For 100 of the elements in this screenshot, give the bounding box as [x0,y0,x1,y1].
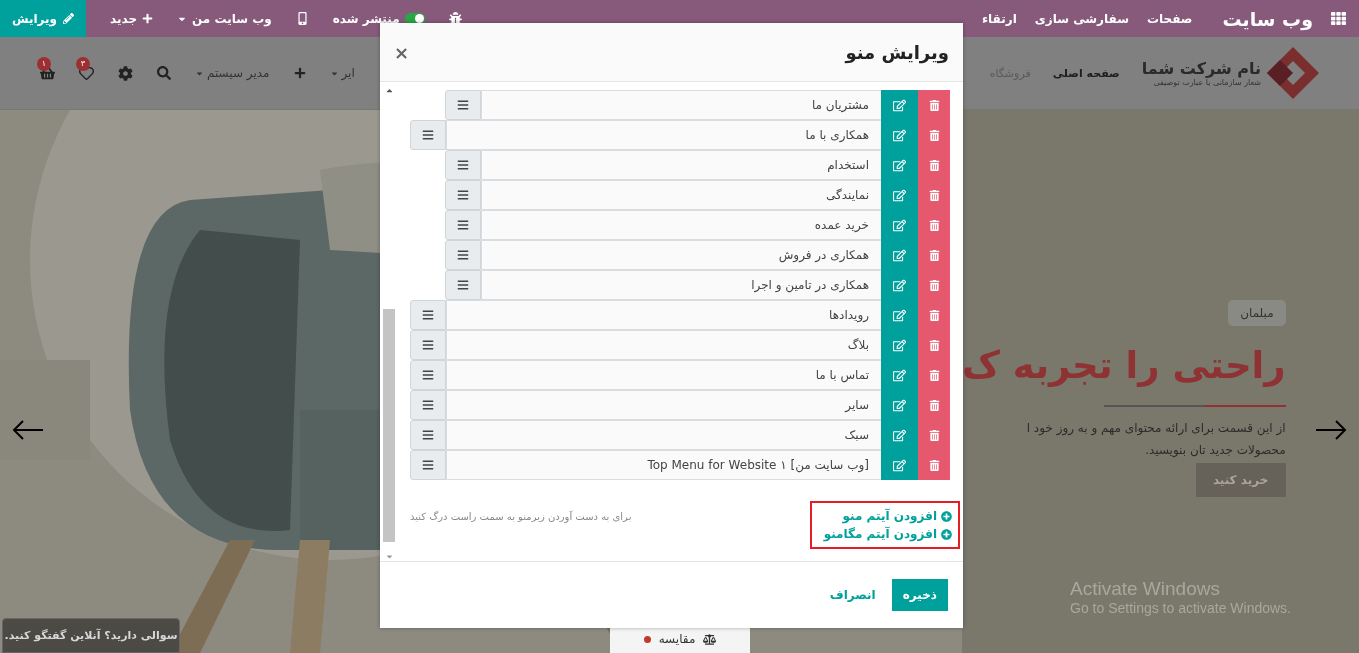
bars-icon [457,99,469,111]
menu-item-field[interactable]: بلاگ [446,330,881,360]
top-menu-item[interactable]: ارتقاء [981,11,1017,26]
scrollbar[interactable] [382,86,396,561]
bars-icon [422,129,434,141]
drag-handle[interactable] [410,300,446,330]
nav-link[interactable]: صفحه اصلی [1052,66,1120,80]
trash-icon [928,249,940,261]
menu-item-field[interactable]: همکاری با ما [446,120,881,150]
menu-item-field[interactable]: سبک [446,420,881,450]
edit-icon [893,308,906,322]
bars-icon [422,309,434,321]
dialog-title: ویرایش منو [845,41,949,63]
drag-handle[interactable] [410,420,446,450]
menu-item-field[interactable]: تماس با ما [446,360,881,390]
drag-handle[interactable] [445,270,481,300]
search-icon[interactable] [157,66,171,80]
trash-icon [928,279,940,291]
hero-text: محصولات جدید تان بنویسید. [1145,443,1286,457]
trash-icon [928,219,940,231]
delete-button[interactable] [918,90,950,120]
edit-icon [893,248,906,262]
edit-mode-button[interactable]: ویرایش [0,0,86,37]
edit-icon [893,398,906,412]
edit-icon [893,158,906,172]
website-dropdown[interactable]: وب سایت من [177,11,272,26]
menu-item-field[interactable]: سایر [446,390,881,420]
bars-icon [422,399,434,411]
menu-item-field[interactable]: مشتریان ما [481,90,881,120]
settings-icon[interactable] [118,65,133,81]
user-menu[interactable]: مدیر سیستم [195,66,270,80]
bars-icon [422,339,434,351]
left-arrow-icon[interactable] [12,420,44,440]
menu-item-field[interactable]: همکاری در تامین و اجرا [481,270,881,300]
edit-icon [893,128,906,142]
notification-dot [643,635,651,643]
hero-heading: راحتی را تجربه ک [962,344,1286,387]
drag-handle[interactable] [410,360,446,390]
trash-icon [928,339,940,351]
trash-icon [928,369,940,381]
scroll-up-icon[interactable] [384,86,394,95]
logo-mark [1265,45,1321,101]
bars-icon [422,369,434,381]
trash-icon [928,99,940,111]
edit-icon [893,458,906,472]
company-name: نام شرکت شما [1141,59,1261,78]
drag-handle[interactable] [445,150,481,180]
new-button[interactable]: جدید [110,11,154,26]
scale-icon [703,632,717,646]
cancel-button[interactable]: انصراف [829,588,876,602]
trash-icon [928,159,940,171]
menu-item-field[interactable]: استخدام [481,150,881,180]
chat-button[interactable]: سوالی دارید؟ آنلاین گفتگو کنید. [2,618,180,653]
apps-grid-icon[interactable] [1331,11,1346,26]
trash-icon [928,129,940,141]
menu-item-field[interactable]: خرید عمده [481,210,881,240]
delete-button[interactable] [918,450,950,480]
bars-icon [422,429,434,441]
edit-icon [893,98,906,112]
plus-icon [142,13,154,24]
menu-item-field[interactable]: رویدادها [446,300,881,330]
drag-handle[interactable] [445,180,481,210]
app-title: وب سایت [1222,7,1313,30]
drag-handle[interactable] [410,450,446,480]
edit-icon [893,368,906,382]
edit-icon [893,428,906,442]
menu-item-field[interactable]: همکاری در فروش [481,240,881,270]
top-menu-item[interactable]: صفحات [1146,11,1193,26]
category-tag: مبلمان [1228,300,1286,326]
trash-icon [928,309,940,321]
compare-button[interactable]: مقایسه [658,632,696,646]
bars-icon [457,189,469,201]
scroll-down-icon[interactable] [384,552,394,561]
drag-handle[interactable] [410,330,446,360]
hero-text: از این قسمت برای ارائه محتوای مهم و به روز خود ا [1026,421,1286,435]
plus-icon[interactable] [293,67,306,79]
top-menu-item[interactable]: سفارشی سازی [1034,11,1129,26]
drag-handle[interactable] [410,390,446,420]
menu-item-field[interactable]: [وب سایت من] Top Menu for Website ۱ [446,450,881,480]
trash-icon [928,189,940,201]
add-item-link[interactable]: افزودن آیتم مگامنو [823,527,952,541]
bars-icon [457,219,469,231]
drag-handle[interactable] [445,210,481,240]
trash-icon [928,399,940,411]
right-arrow-icon[interactable] [1315,420,1347,440]
drag-handle[interactable] [445,90,481,120]
save-button[interactable]: ذخیره [891,579,948,611]
drag-handle[interactable] [445,240,481,270]
close-button[interactable]: × [394,41,410,63]
edit-icon [893,218,906,232]
mobile-icon[interactable] [295,12,309,25]
edit-button[interactable] [881,90,918,120]
bug-icon[interactable] [448,12,462,25]
add-item-link[interactable]: افزودن آیتم منو [842,509,952,523]
nav-dropdown[interactable]: ایر [329,66,355,80]
count-badge: ۳ [76,56,90,71]
count-badge: ۱ [37,56,51,71]
edit-button[interactable] [881,450,918,480]
drag-handle[interactable] [410,120,446,150]
menu-item-field[interactable]: نمایندگی [481,180,881,210]
